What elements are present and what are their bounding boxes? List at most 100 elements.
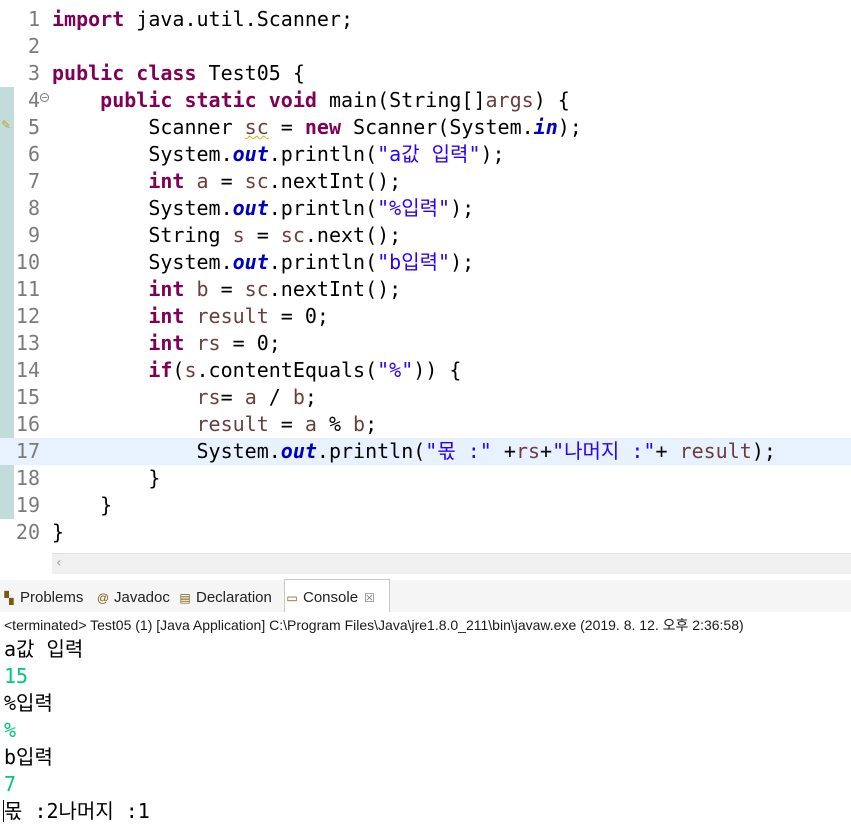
tab-label: Problems [20,589,84,606]
tab-problems[interactable]: ▚ Problems [2,580,92,611]
code-token: rs [196,331,221,355]
code-line[interactable]: 20} [0,519,851,546]
code-text: System.out.println("%입력"); [52,195,474,222]
code-editor[interactable]: ✎ − 1 import java.util.Scanner; 2 3 public c… [0,0,851,553]
code-token: public [100,88,173,112]
code-line[interactable]: 12 int result = 0; [0,303,851,330]
code-token: sc [244,277,269,301]
code-line[interactable]: 6 System.out.println("a값 입력"); [0,141,851,168]
code-text: import java.util.Scanner; [52,6,353,33]
code-token: = [268,115,305,139]
line-number: 11 [15,277,40,301]
code-token: ); [480,142,505,166]
code-line[interactable]: 18 } [0,465,851,492]
code-token: sc [244,115,269,139]
code-line[interactable]: 3 public class Test05 { [0,60,851,87]
code-token: .println( [268,250,378,274]
line-number: 6 [27,142,40,166]
line-number: 8 [27,196,40,220]
code-line[interactable]: 9 String s = sc.next(); [0,222,851,249]
code-token: ( [172,358,185,382]
view-tabs: ▚ Problems @ Javadoc ▤ Declaration ▭ Console ☒ [0,579,851,613]
scroll-left-arrow-icon[interactable]: ‹ [56,555,62,571]
code-token: java.util.Scanner; [124,7,354,31]
console-view[interactable]: <terminated> Test05 (1) [Java Applicatio… [0,612,851,830]
code-token: ); [557,115,582,139]
tab-javadoc[interactable]: @ Javadoc [96,580,174,611]
code-token: rs [196,385,221,409]
code-token: b [196,277,209,301]
code-line[interactable]: 5 Scanner sc = new Scanner(System.in); [0,114,851,141]
code-token: a [196,169,209,193]
code-token: int [148,331,185,355]
code-token: "a값 입력" [377,142,481,166]
code-line[interactable]: 16 result = a % b; [0,411,851,438]
code-token: + [655,439,680,463]
code-token: new [304,115,341,139]
code-token: ); [751,439,776,463]
code-token: .nextInt(); [268,277,402,301]
code-token: .contentEquals( [196,358,378,382]
declaration-icon: ▤ [179,591,191,605]
line-number: 20 [15,520,40,544]
code-token: ) { [533,88,570,112]
code-token: "%입력" [377,196,451,220]
code-line[interactable]: 8 System.out.println("%입력"); [0,195,851,222]
line-number: 5 [27,115,40,139]
code-text: int a = sc.nextInt(); [52,168,401,195]
code-token: out [232,250,269,274]
code-token: String [52,223,233,247]
code-token: } [52,520,65,544]
code-token: System. [52,439,281,463]
code-line[interactable]: 17 System.out.println("몫 :" +rs+"나머지 :"+… [0,438,851,465]
code-token: out [232,142,269,166]
code-token: a [304,412,317,436]
code-token: ; [365,412,378,436]
code-token: .println( [268,196,378,220]
code-text: int b = sc.nextInt(); [52,276,401,303]
code-text: System.out.println("b입력"); [52,249,474,276]
code-token: main(String[] [316,88,486,112]
code-token: s [184,358,197,382]
code-text: } [52,492,112,519]
code-token: b [353,412,366,436]
code-token: b [292,385,305,409]
code-line[interactable]: 2 [0,33,851,60]
close-icon[interactable]: ☒ [364,591,375,605]
code-text: System.out.println("a값 입력"); [52,141,505,168]
console-input-line: 15 [4,664,29,688]
code-line[interactable]: 11 int b = sc.nextInt(); [0,276,851,303]
code-token: .println( [268,142,378,166]
code-token: ; [304,385,317,409]
code-line[interactable]: 15 rs= a / b; [0,384,851,411]
tab-declaration[interactable]: ▤ Declaration [178,580,280,611]
line-number: 13 [15,331,40,355]
line-number: 16 [15,412,40,436]
tab-console[interactable]: ▭ Console ☒ [284,579,390,612]
code-line[interactable]: 14 if(s.contentEquals("%")) { [0,357,851,384]
code-text: public static void main(String[]args) { [52,87,570,114]
code-line[interactable]: 4 public static void main(String[]args) … [0,87,851,114]
code-line[interactable]: 13 int rs = 0; [0,330,851,357]
line-number: 10 [15,250,40,274]
code-line[interactable]: 1 import java.util.Scanner; [0,6,851,33]
line-number: 18 [15,466,40,490]
code-line[interactable]: 10 System.out.println("b입력"); [0,249,851,276]
console-output-line: a값 입력 [4,637,84,661]
horizontal-scrollbar[interactable]: ‹ [52,553,851,574]
code-line[interactable]: 7 int a = sc.nextInt(); [0,168,851,195]
code-token: System. [52,142,233,166]
code-line[interactable]: 19 } [0,492,851,519]
code-token: result [679,439,752,463]
code-token: = 0; [268,304,329,328]
code-text: int rs = 0; [52,330,280,357]
